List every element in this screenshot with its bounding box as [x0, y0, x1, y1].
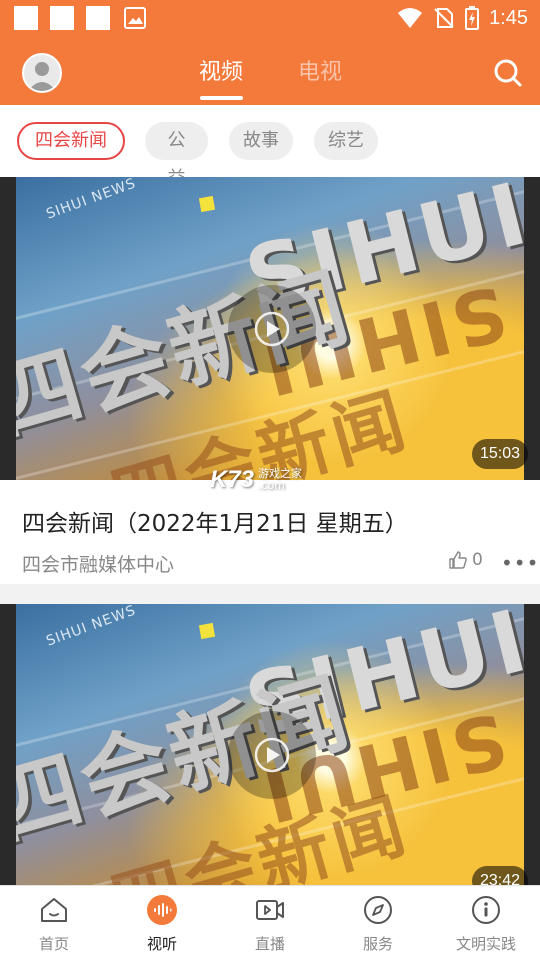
avatar-icon: [28, 62, 56, 91]
video-thumbnail[interactable]: SIHUI NEWS SIHUI SIHUI 四会新闻 四会新闻 15:03: [0, 177, 540, 480]
play-button[interactable]: [228, 711, 316, 799]
status-bar: 1:45: [0, 0, 540, 36]
notification-icon: [14, 6, 38, 30]
video-title[interactable]: 四会新闻（2022年1月21日 星期五）: [22, 504, 408, 538]
category-chip-story[interactable]: 故事: [229, 122, 293, 160]
no-sim-icon: [434, 8, 454, 28]
search-icon[interactable]: [492, 57, 522, 87]
thumbnail-caption: SIHUI NEWS: [44, 177, 139, 223]
user-avatar[interactable]: [22, 53, 62, 93]
thumbs-up-icon: [449, 551, 467, 569]
nav-item-live[interactable]: 直播: [216, 886, 324, 960]
audio-wave-icon: [147, 895, 177, 925]
nav-label-live: 直播: [254, 935, 285, 953]
nav-label-home: 首页: [38, 935, 69, 953]
watermark-text: 游戏之家 .com: [258, 468, 302, 492]
bottom-nav: 首页 视听 直播 服务 文明实践: [0, 885, 540, 960]
image-notification-icon: [124, 7, 146, 29]
video-duration: 15:03: [471, 439, 528, 469]
notification-icon: [50, 6, 74, 30]
tab-tv[interactable]: 电视: [298, 54, 342, 86]
nav-item-home[interactable]: 首页: [0, 886, 108, 960]
nav-item-civilization-practice[interactable]: 文明实践: [432, 886, 540, 960]
watermark-logo: K73: [210, 466, 255, 493]
nav-label-audiovisual: 视听: [146, 935, 177, 953]
nav-label-services: 服务: [362, 935, 393, 953]
video-source: 四会市融媒体中心: [22, 554, 175, 576]
thumbnail-caption: SIHUI NEWS: [44, 604, 139, 650]
video-info[interactable]: 四会新闻（2022年1月21日 星期五） 四会市融媒体中心 0 •••: [0, 480, 540, 584]
live-video-icon: [256, 900, 284, 920]
video-duration: 23:42: [471, 866, 528, 885]
category-bar: 四会新闻 公益 故事 综艺: [0, 105, 540, 189]
category-chip-variety[interactable]: 综艺: [314, 122, 378, 160]
like-count: 0: [472, 550, 483, 570]
watermark: K73 游戏之家 .com: [210, 466, 302, 494]
play-icon: [254, 737, 290, 773]
nav-item-audiovisual[interactable]: 视听: [108, 886, 216, 960]
info-icon: [472, 896, 500, 924]
play-icon: [254, 311, 290, 347]
nav-label-civilization-practice: 文明实践: [455, 935, 516, 953]
compass-icon: [364, 896, 392, 924]
home-icon: [41, 898, 67, 922]
battery-charging-icon: [465, 6, 480, 30]
wifi-icon: [398, 8, 423, 28]
active-tab-indicator: [200, 96, 243, 100]
category-chip-sihui-news[interactable]: 四会新闻: [17, 122, 125, 160]
notification-icon: [86, 6, 110, 30]
tab-video[interactable]: 视频: [199, 54, 243, 86]
category-chip-public-welfare[interactable]: 公益: [145, 122, 208, 189]
play-button[interactable]: [228, 285, 316, 373]
status-time: 1:45: [489, 6, 528, 29]
app-header: 1:45 视频 电视: [0, 0, 540, 105]
video-thumbnail[interactable]: SIHUI NEWS SIHUI SIHUI 四会新闻 四会新闻 23:42: [0, 604, 540, 885]
watermark-text-line2: .com: [258, 479, 286, 492]
like-button[interactable]: 0: [448, 550, 483, 570]
more-options-icon[interactable]: •••: [501, 551, 539, 575]
nav-item-services[interactable]: 服务: [324, 886, 432, 960]
